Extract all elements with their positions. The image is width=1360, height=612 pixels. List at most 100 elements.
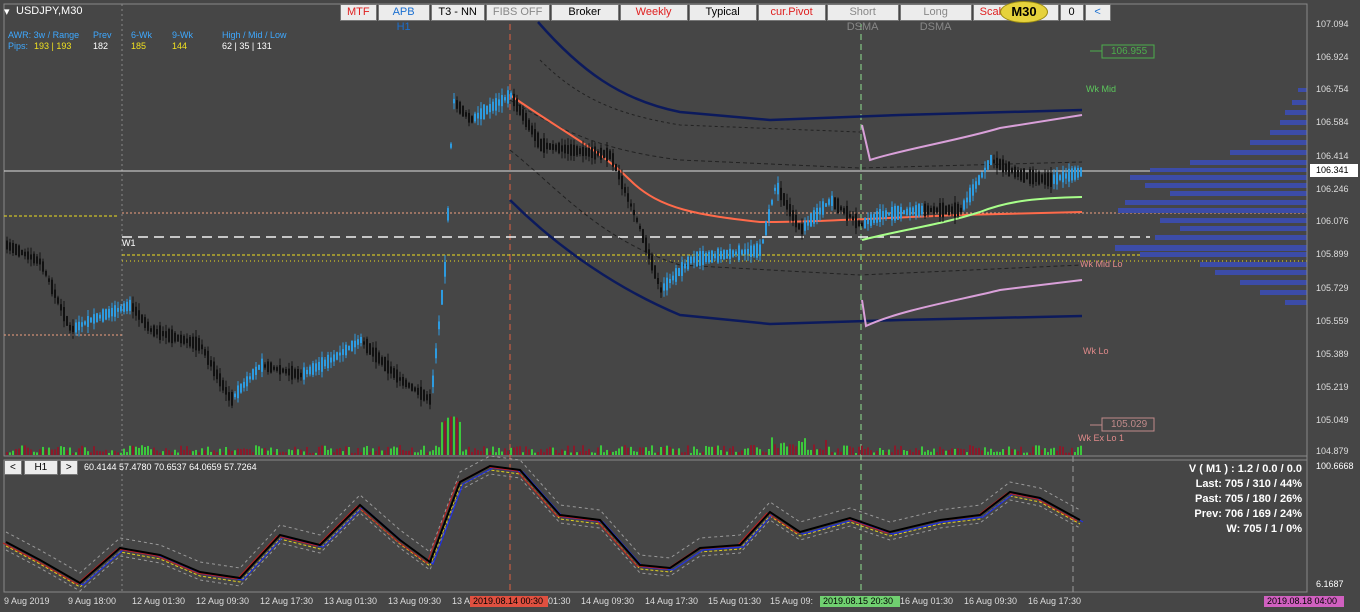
t3-nn-button[interactable]: T3 - NN [430, 4, 485, 21]
mtf-button[interactable]: MTF [340, 4, 377, 21]
volume-bar [855, 452, 857, 455]
cur-pivot-button[interactable]: cur.Pivot [757, 4, 826, 21]
volume-bar [120, 452, 122, 455]
candle-body [249, 376, 251, 380]
candle-body [468, 112, 470, 123]
candle-body [93, 314, 95, 324]
scale-tail[interactable]: 0 [1059, 4, 1084, 21]
volume-bar [702, 451, 704, 455]
candle-body [189, 336, 191, 347]
candle-body [144, 317, 146, 328]
volume-bar [1002, 449, 1004, 455]
candle-body [9, 242, 11, 251]
volume-bar [660, 446, 662, 455]
volume-bar [705, 445, 707, 455]
volume-bar [411, 447, 413, 455]
candle-body [633, 209, 635, 216]
candle-body [234, 393, 236, 398]
volume-bar [510, 447, 512, 455]
candle-body [480, 108, 482, 120]
sixwk-label: 6-Wk [131, 30, 152, 40]
volume-bar [996, 451, 998, 455]
date-tick-label: 14 Aug 09:30 [581, 596, 635, 606]
volume-bar [66, 450, 68, 455]
candle-body [720, 251, 722, 259]
chart-window[interactable]: ▾ USDJPY,M30 MTF APB H1 T3 - NN FIBS OFF… [0, 0, 1360, 612]
candle-body [204, 349, 206, 356]
volume-bar [765, 452, 767, 455]
candle-body [156, 329, 158, 335]
volume-bar [834, 452, 836, 455]
volume-bar [141, 445, 143, 455]
volume-bar [159, 452, 161, 455]
candle-body [507, 90, 509, 104]
volume-bar [216, 452, 218, 455]
candle-body [108, 308, 110, 318]
price-tick-label: 106.076 [1316, 216, 1349, 226]
volume-bar [84, 447, 86, 455]
indicator-next-button[interactable]: > [59, 460, 78, 475]
price-tick-label: 105.559 [1316, 316, 1349, 326]
short-dsma-button[interactable]: Short DSMA [826, 4, 899, 33]
volume-bar [183, 449, 185, 455]
fibs-off-button[interactable]: FIBS OFF [485, 4, 550, 21]
candle-body [495, 98, 497, 111]
broker-button[interactable]: Broker [550, 4, 619, 21]
candle-body [966, 197, 968, 203]
candle-body [6, 240, 8, 250]
volume-bar [312, 452, 314, 455]
volume-bar [621, 446, 623, 455]
candle-body [762, 239, 764, 244]
indicator-tf-button[interactable]: H1 [23, 460, 58, 475]
candle-body [498, 99, 500, 106]
volume-bar [675, 450, 677, 455]
volume-bar [414, 452, 416, 455]
volume-bar [114, 450, 116, 455]
candle-body [390, 366, 392, 374]
candle-body [807, 220, 809, 226]
volume-bar [669, 447, 671, 455]
candle-body [384, 356, 386, 372]
volume-bar [387, 446, 389, 455]
volume-bar [720, 450, 722, 455]
volume-bar [144, 446, 146, 455]
weekly-button[interactable]: Weekly [619, 4, 688, 21]
candle-body [876, 211, 878, 223]
volume-bar [969, 445, 971, 455]
volume-bar [204, 450, 206, 455]
apb-h1-button[interactable]: APB H1 [377, 4, 430, 33]
volume-bar [231, 451, 233, 455]
candle-body [273, 366, 275, 370]
volume-bar [930, 451, 932, 455]
candle-body [465, 112, 467, 117]
candle-body [1074, 167, 1076, 180]
date-tick-label: 16 Aug 17:30 [1028, 596, 1082, 606]
long-dsma-button[interactable]: Long DSMA [899, 4, 972, 33]
volume-bar [564, 450, 566, 455]
back-button[interactable]: < [1084, 4, 1111, 21]
candle-body [492, 101, 494, 111]
candle-body [519, 105, 521, 115]
candle-body [678, 267, 680, 277]
candle-body [279, 365, 281, 375]
typical-button[interactable]: Typical [688, 4, 757, 21]
volume-bar [168, 450, 170, 455]
candle-body [180, 334, 182, 344]
candle-body [426, 394, 428, 401]
chart-canvas[interactable] [0, 0, 1360, 612]
date-tick-label: 16 Aug 09:30 [964, 596, 1018, 606]
candle-body [501, 95, 503, 107]
date-tick-label: 9 Aug 18:00 [68, 596, 117, 606]
volume-bar [756, 447, 758, 455]
candle-body [699, 251, 701, 266]
volume-bar [654, 452, 656, 455]
timeframe-badge[interactable]: M30 [1000, 1, 1048, 23]
volume-bar [351, 452, 353, 455]
sixwk-value: 185 [131, 41, 147, 51]
volume-bar [213, 450, 215, 455]
indicator-prev-button[interactable]: < [4, 460, 22, 475]
volume-bar [624, 445, 626, 455]
volume-bar [651, 445, 653, 455]
box-low-label: 105.029 [1111, 419, 1148, 430]
candle-body [747, 248, 749, 255]
